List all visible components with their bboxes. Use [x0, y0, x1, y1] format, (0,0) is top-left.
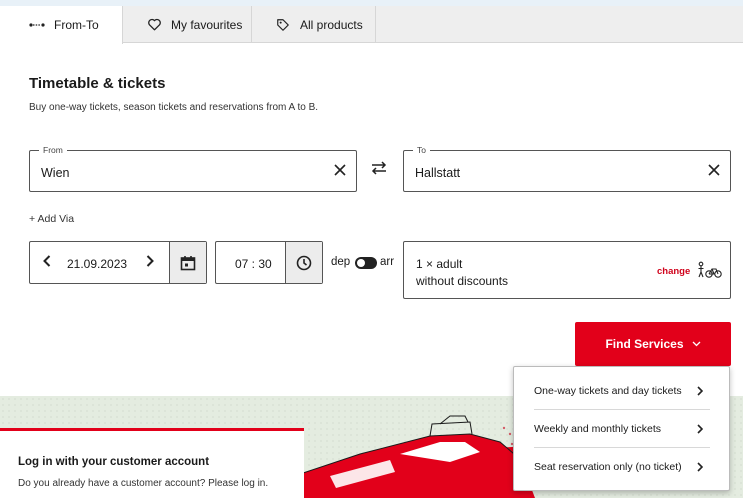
login-card: Log in with your customer account Do you… — [0, 428, 304, 498]
page-subtitle: Buy one-way tickets, season tickets and … — [29, 102, 319, 113]
arrival-label: arr — [380, 256, 395, 268]
find-services-label: Find Services — [605, 337, 684, 351]
passenger-bike-icon — [696, 261, 722, 284]
chevron-down-icon — [692, 339, 701, 350]
from-value[interactable]: Wien — [41, 166, 69, 180]
chevron-right-icon — [697, 460, 704, 474]
time-field[interactable]: 07 : 30 — [215, 241, 323, 284]
previous-day-icon[interactable] — [43, 254, 51, 272]
to-value[interactable]: Hallstatt — [415, 166, 460, 180]
find-services-dropdown: One-way tickets and day tickets Weekly a… — [513, 366, 730, 491]
tab-my-favourites[interactable]: My favourites — [123, 6, 252, 43]
swap-icon[interactable] — [371, 161, 387, 181]
tab-label: From-To — [54, 18, 99, 32]
clear-to-icon[interactable] — [708, 161, 720, 181]
tab-from-to[interactable]: From-To — [0, 6, 123, 44]
login-title: Log in with your customer account — [18, 456, 210, 468]
from-legend: From — [39, 145, 67, 156]
from-field[interactable]: From Wien — [29, 145, 357, 192]
passenger-count: 1 × adult — [416, 257, 463, 271]
clear-from-icon[interactable] — [334, 161, 346, 181]
login-text: Do you already have a customer account? … — [18, 478, 269, 489]
to-field[interactable]: To Hallstatt — [403, 145, 731, 192]
date-value[interactable]: 21.09.2023 — [67, 257, 127, 271]
change-passengers-link[interactable]: change — [657, 266, 690, 277]
tab-all-products[interactable]: All products — [252, 6, 376, 43]
tab-label: All products — [300, 17, 363, 32]
add-via-link[interactable]: + Add Via — [29, 213, 74, 225]
dep-arr-toggle[interactable] — [355, 257, 377, 269]
dropdown-item-label: Weekly and monthly tickets — [534, 423, 662, 435]
passenger-discount: without discounts — [416, 274, 509, 288]
departure-label: dep — [331, 256, 351, 268]
to-legend: To — [413, 145, 430, 156]
calendar-icon[interactable] — [169, 242, 206, 283]
dropdown-item-seat-reservation[interactable]: Seat reservation only (no ticket) — [514, 448, 729, 486]
page-title: Timetable & tickets — [29, 75, 166, 92]
passengers-field[interactable]: 1 × adult without discounts change — [403, 241, 731, 299]
route-dots-icon — [28, 21, 46, 29]
chevron-right-icon — [697, 422, 704, 436]
dropdown-item-label: One-way tickets and day tickets — [534, 385, 682, 397]
heart-icon — [145, 18, 163, 31]
dropdown-item-weekly-monthly[interactable]: Weekly and monthly tickets — [514, 410, 729, 448]
time-value[interactable]: 07 : 30 — [235, 257, 272, 271]
chevron-right-icon — [697, 384, 704, 398]
toggle-knob — [357, 259, 365, 267]
tab-label: My favourites — [171, 17, 243, 32]
next-day-icon[interactable] — [146, 254, 154, 272]
tab-bar: From-To My favourites All products — [0, 6, 743, 44]
clock-icon[interactable] — [285, 242, 322, 283]
dropdown-item-label: Seat reservation only (no ticket) — [534, 461, 682, 473]
dropdown-item-one-way[interactable]: One-way tickets and day tickets — [514, 372, 729, 410]
tag-icon — [274, 18, 292, 32]
date-field[interactable]: 21.09.2023 — [29, 241, 207, 284]
find-services-button[interactable]: Find Services — [575, 322, 731, 366]
